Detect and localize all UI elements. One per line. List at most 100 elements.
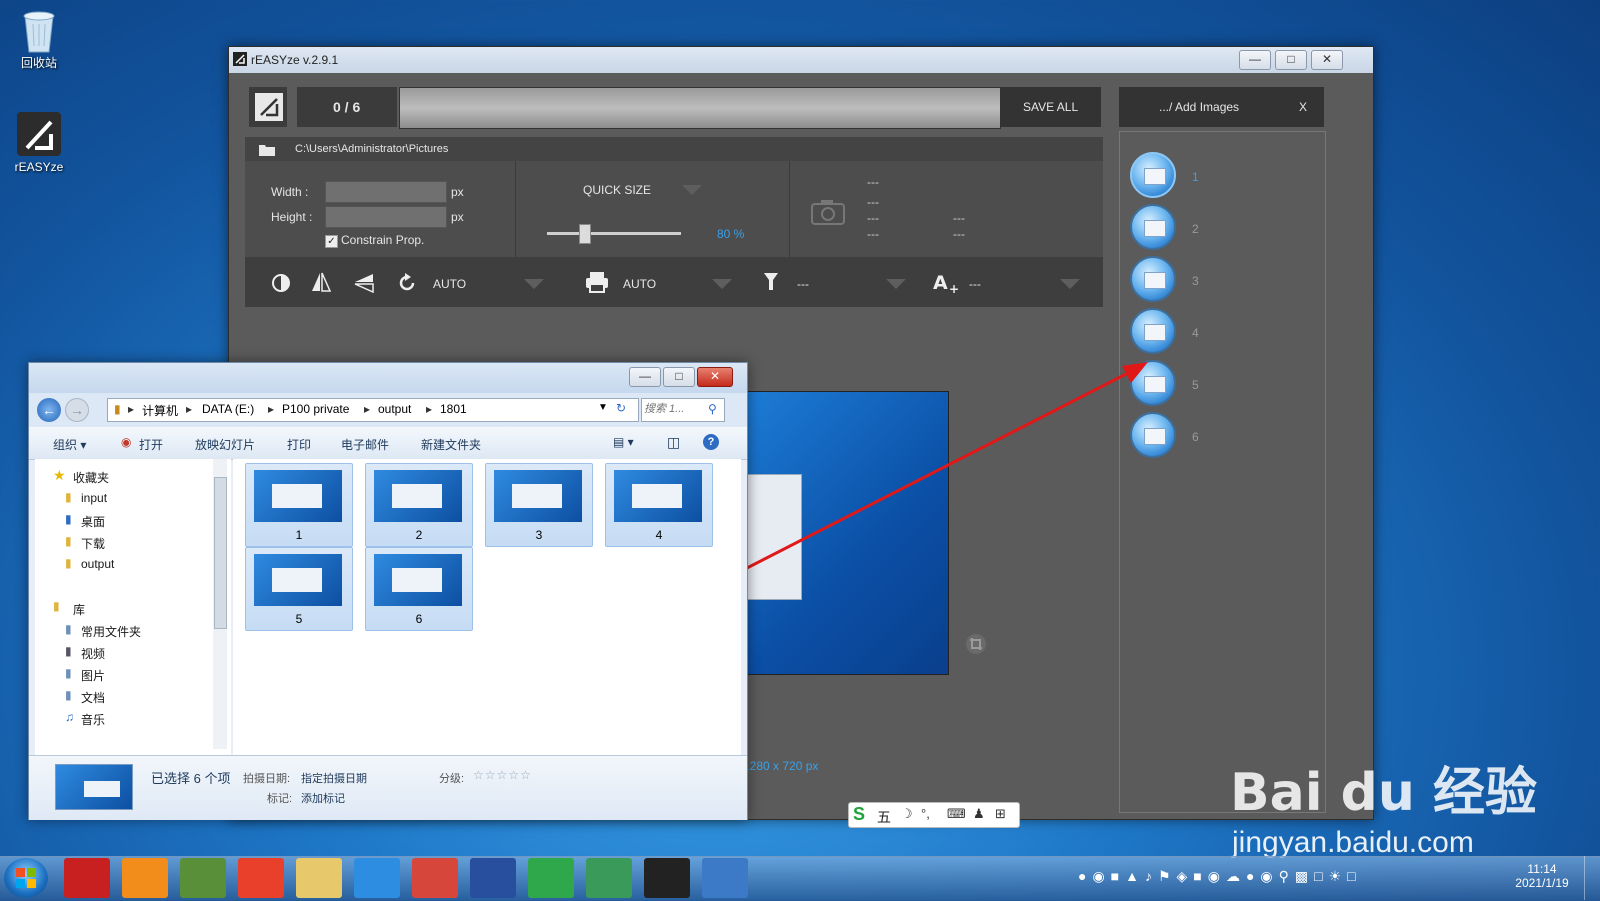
back-icon[interactable]: ← bbox=[37, 398, 61, 422]
ime-mode[interactable]: 五 bbox=[877, 807, 891, 827]
breadcrumb-item-1[interactable]: 计算机 bbox=[142, 402, 178, 419]
navigation-pane: ★ 收藏夹 ▮ input ▮ 桌面 ▮ 下载 ▮ output ▮ 库 ▮ 常… bbox=[35, 459, 231, 755]
search-icon[interactable]: ⚲ bbox=[708, 402, 717, 416]
breadcrumb-item-5[interactable]: 1801 bbox=[440, 402, 467, 416]
punctuation-icon[interactable]: °, bbox=[921, 806, 930, 821]
file-name: 3 bbox=[535, 528, 543, 542]
explorer-minimize-button[interactable]: — bbox=[629, 367, 661, 387]
slideshow-button[interactable]: 放映幻灯片 bbox=[195, 436, 255, 453]
scrollbar-thumb[interactable] bbox=[214, 477, 227, 629]
help-icon[interactable]: ? bbox=[703, 434, 719, 450]
clock[interactable]: 11:14 2021/1/19 bbox=[1510, 862, 1574, 890]
video-icon: ▮ bbox=[65, 644, 72, 658]
start-button[interactable] bbox=[4, 858, 48, 898]
organize-menu[interactable]: 组织 ▾ bbox=[53, 436, 86, 453]
taskbar-app-3[interactable] bbox=[180, 858, 226, 898]
forward-icon[interactable]: → bbox=[65, 398, 89, 422]
file-thumbnail bbox=[374, 470, 462, 522]
taskbar-explorer[interactable] bbox=[296, 858, 342, 898]
user-icon[interactable]: ♟ bbox=[973, 806, 985, 822]
refresh-icon[interactable]: ↻ bbox=[616, 401, 626, 415]
open-button[interactable]: 打开 bbox=[139, 436, 163, 453]
rating-label: 分级: bbox=[439, 773, 465, 785]
open-icon: ◉ bbox=[121, 435, 132, 449]
folder-icon: ▮ bbox=[65, 556, 72, 570]
new-folder-button[interactable]: 新建文件夹 bbox=[421, 436, 481, 453]
file-item-1[interactable]: 1 bbox=[245, 463, 353, 547]
breadcrumb-sep: ▸ bbox=[364, 402, 371, 416]
preview-pane-icon[interactable]: ◫ bbox=[667, 434, 680, 451]
breadcrumb[interactable]: ▮ ▸ 计算机 ▸ DATA (E:) ▸ P100 private ▸ out… bbox=[107, 398, 639, 422]
breadcrumb-sep: ▸ bbox=[186, 402, 193, 416]
tree-item-common[interactable]: 常用文件夹 bbox=[81, 623, 141, 640]
breadcrumb-item-2[interactable]: DATA (E:) bbox=[202, 402, 254, 416]
explorer-close-button[interactable]: ✕ bbox=[697, 367, 733, 387]
star-icon: ★ bbox=[53, 467, 66, 483]
favorites-header[interactable]: 收藏夹 bbox=[73, 469, 109, 486]
breadcrumb-item-3[interactable]: P100 private bbox=[282, 402, 349, 416]
moon-icon[interactable]: ☽ bbox=[901, 806, 913, 822]
breadcrumb-sep: ▸ bbox=[128, 402, 135, 416]
tree-item-output[interactable]: output bbox=[81, 557, 114, 571]
taskbar-chrome[interactable] bbox=[412, 858, 458, 898]
date-value[interactable]: 指定拍摄日期 bbox=[301, 770, 367, 786]
explorer-titlebar[interactable]: — □ ✕ bbox=[29, 363, 747, 393]
taskbar-app-book[interactable] bbox=[702, 858, 748, 898]
details-pane: 已选择 6 个项 拍摄日期: 指定拍摄日期 分级: ☆☆☆☆☆ 标记: 添加标记 bbox=[29, 755, 747, 820]
file-name: 2 bbox=[415, 528, 423, 542]
selection-thumbnail bbox=[55, 764, 133, 810]
tree-item-music[interactable]: 音乐 bbox=[81, 711, 105, 728]
taskbar-app-4[interactable] bbox=[238, 858, 284, 898]
file-item-3[interactable]: 3 bbox=[485, 463, 593, 547]
watermark-url: jingyan.baidu.com bbox=[1232, 826, 1474, 859]
taskbar-app-globe[interactable] bbox=[586, 858, 632, 898]
folder-icon: ▮ bbox=[65, 490, 72, 504]
tree-item-pictures[interactable]: 图片 bbox=[81, 667, 105, 684]
search-input[interactable] bbox=[644, 401, 702, 417]
breadcrumb-sep: ▸ bbox=[268, 402, 275, 416]
tag-value[interactable]: 添加标记 bbox=[301, 790, 345, 806]
picture-icon: ▮ bbox=[65, 666, 72, 680]
tree-scrollbar[interactable] bbox=[213, 459, 227, 749]
tag-label: 标记: bbox=[267, 793, 293, 805]
tree-item-documents[interactable]: 文档 bbox=[81, 689, 105, 706]
tree-item-downloads[interactable]: 下载 bbox=[81, 535, 105, 552]
show-desktop-button[interactable] bbox=[1584, 856, 1600, 900]
file-name: 5 bbox=[295, 612, 303, 626]
breadcrumb-item-4[interactable]: output bbox=[378, 402, 411, 416]
view-options-icon[interactable]: ▤ ▾ bbox=[613, 435, 634, 449]
library-icon: ▮ bbox=[53, 599, 60, 613]
sogou-icon: S bbox=[853, 804, 866, 824]
ime-toolbar[interactable]: S 五 ☽ °, ⌨ ♟ ⊞ bbox=[848, 802, 1020, 828]
taskbar-wechat[interactable] bbox=[528, 858, 574, 898]
clock-time: 11:14 bbox=[1527, 862, 1557, 876]
search-box[interactable]: ⚲ bbox=[641, 398, 725, 422]
tree-item-desktop[interactable]: 桌面 bbox=[81, 513, 105, 530]
library-header[interactable]: 库 bbox=[73, 601, 85, 618]
taskbar-save-app[interactable] bbox=[470, 858, 516, 898]
email-button[interactable]: 电子邮件 bbox=[341, 436, 389, 453]
download-icon: ▮ bbox=[65, 534, 72, 548]
file-item-4[interactable]: 4 bbox=[605, 463, 713, 547]
keyboard-icon[interactable]: ⌨ bbox=[947, 806, 966, 822]
system-tray[interactable]: ●◉■▲♪⚑◈■◉☁●◉⚲▩□☀□ bbox=[1078, 868, 1458, 888]
grid-icon[interactable]: ⊞ bbox=[995, 806, 1006, 822]
print-button[interactable]: 打印 bbox=[287, 436, 311, 453]
tree-item-input[interactable]: input bbox=[81, 491, 107, 505]
taskbar-app-2[interactable] bbox=[122, 858, 168, 898]
history-dropdown-icon[interactable]: ▼ bbox=[598, 402, 608, 413]
explorer-window: — □ ✕ ← → ▮ ▸ 计算机 ▸ DATA (E:) ▸ P100 pri… bbox=[28, 362, 748, 820]
annotation-arrow bbox=[699, 370, 1131, 594]
explorer-maximize-button[interactable]: □ bbox=[663, 367, 695, 387]
file-item-5[interactable]: 5 bbox=[245, 547, 353, 631]
taskbar-app-1[interactable] bbox=[64, 858, 110, 898]
taskbar-reasyze[interactable] bbox=[644, 858, 690, 898]
rating-stars[interactable]: ☆☆☆☆☆ bbox=[473, 768, 532, 782]
file-thumbnail bbox=[614, 470, 702, 522]
date-label: 拍摄日期: bbox=[243, 773, 291, 785]
tree-item-videos[interactable]: 视频 bbox=[81, 645, 105, 662]
document-icon: ▮ bbox=[65, 688, 72, 702]
file-item-2[interactable]: 2 bbox=[365, 463, 473, 547]
taskbar-ie[interactable] bbox=[354, 858, 400, 898]
file-item-6[interactable]: 6 bbox=[365, 547, 473, 631]
